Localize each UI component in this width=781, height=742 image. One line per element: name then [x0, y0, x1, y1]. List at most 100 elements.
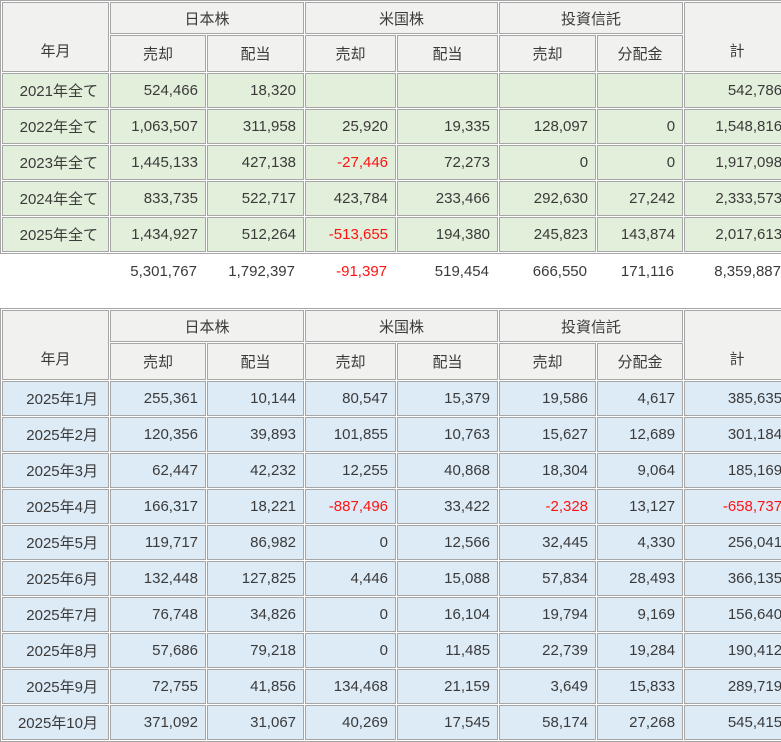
data-cell-trust-sell[interactable]: 32,445 — [499, 525, 596, 560]
data-cell-jp-sell[interactable]: 833,735 — [110, 181, 206, 216]
data-cell-trust-distribution[interactable]: 4,617 — [597, 381, 683, 416]
data-cell-us-sell[interactable]: 40,269 — [305, 705, 396, 740]
data-cell-trust-sell[interactable]: 22,739 — [499, 633, 596, 668]
data-cell-us-sell[interactable]: 0 — [305, 633, 396, 668]
data-cell-total[interactable]: 256,041 — [684, 525, 781, 560]
group-header-us-stocks[interactable]: 米国株 — [305, 310, 498, 342]
data-cell-total[interactable]: 185,169 — [684, 453, 781, 488]
data-cell-us-dividend[interactable]: 33,422 — [397, 489, 498, 524]
data-cell-jp-sell[interactable]: 524,466 — [110, 73, 206, 108]
data-cell-trust-sell[interactable]: 0 — [499, 145, 596, 180]
data-cell-us-sell[interactable]: 134,468 — [305, 669, 396, 704]
data-cell-jp-dividend[interactable]: 31,067 — [207, 705, 304, 740]
data-cell-trust-sell[interactable]: 58,174 — [499, 705, 596, 740]
data-cell-us-sell[interactable]: 25,920 — [305, 109, 396, 144]
data-cell-jp-dividend[interactable]: 79,218 — [207, 633, 304, 668]
row-label-cell[interactable]: 2022年全て — [2, 109, 109, 144]
group-header-us-stocks[interactable]: 米国株 — [305, 2, 498, 34]
total-header-cell[interactable]: 計 — [684, 310, 781, 380]
data-cell-us-sell[interactable]: 4,446 — [305, 561, 396, 596]
data-cell-jp-sell[interactable]: 76,748 — [110, 597, 206, 632]
data-cell-trust-distribution[interactable]: 4,330 — [597, 525, 683, 560]
data-cell-jp-dividend[interactable]: 522,717 — [207, 181, 304, 216]
sub-header-dividend-us[interactable]: 配当 — [397, 343, 498, 380]
data-cell-us-dividend[interactable]: 21,159 — [397, 669, 498, 704]
data-cell-trust-distribution[interactable]: 15,833 — [597, 669, 683, 704]
data-cell-us-sell[interactable]: -513,655 — [305, 217, 396, 252]
data-cell-total[interactable]: -658,737 — [684, 489, 781, 524]
data-cell-total[interactable]: 385,635 — [684, 381, 781, 416]
data-cell-jp-dividend[interactable]: 311,958 — [207, 109, 304, 144]
data-cell-us-dividend[interactable]: 11,485 — [397, 633, 498, 668]
data-cell-us-dividend[interactable]: 233,466 — [397, 181, 498, 216]
data-cell-trust-distribution[interactable]: 19,284 — [597, 633, 683, 668]
row-label-cell[interactable]: 2025年8月 — [2, 633, 109, 668]
row-label-cell[interactable]: 2025年7月 — [2, 597, 109, 632]
data-cell-jp-dividend[interactable]: 41,856 — [207, 669, 304, 704]
data-cell-total[interactable]: 2,333,573 — [684, 181, 781, 216]
row-label-cell[interactable]: 2025年9月 — [2, 669, 109, 704]
data-cell-total[interactable]: 2,017,613 — [684, 217, 781, 252]
grand-total-trust-sell[interactable]: 666,550 — [498, 255, 595, 288]
sub-header-sell-us[interactable]: 売却 — [305, 343, 396, 380]
data-cell-us-dividend[interactable]: 40,868 — [397, 453, 498, 488]
data-cell-trust-sell[interactable]: 292,630 — [499, 181, 596, 216]
grand-total-us-sell[interactable]: -91,397 — [304, 255, 395, 288]
data-cell-total[interactable]: 301,184 — [684, 417, 781, 452]
grand-total-us-dividend[interactable]: 519,454 — [396, 255, 497, 288]
grand-total-jp-dividend[interactable]: 1,792,397 — [206, 255, 303, 288]
sub-header-dividend-us[interactable]: 配当 — [397, 35, 498, 72]
row-label-cell[interactable]: 2025年6月 — [2, 561, 109, 596]
data-cell-total[interactable]: 289,719 — [684, 669, 781, 704]
data-cell-us-sell[interactable]: 423,784 — [305, 181, 396, 216]
data-cell-trust-distribution[interactable]: 28,493 — [597, 561, 683, 596]
data-cell-jp-sell[interactable]: 72,755 — [110, 669, 206, 704]
data-cell-trust-distribution[interactable]: 0 — [597, 109, 683, 144]
row-label-cell[interactable]: 2021年全て — [2, 73, 109, 108]
data-cell-jp-dividend[interactable]: 42,232 — [207, 453, 304, 488]
data-cell-trust-sell[interactable]: 18,304 — [499, 453, 596, 488]
data-cell-us-dividend[interactable]: 194,380 — [397, 217, 498, 252]
data-cell-us-sell[interactable]: -887,496 — [305, 489, 396, 524]
data-cell-jp-sell[interactable]: 1,434,927 — [110, 217, 206, 252]
row-label-cell[interactable]: 2025年3月 — [2, 453, 109, 488]
data-cell-trust-sell[interactable]: 19,794 — [499, 597, 596, 632]
group-header-japan-stocks[interactable]: 日本株 — [110, 310, 304, 342]
sub-header-distribution-trust[interactable]: 分配金 — [597, 343, 683, 380]
total-header-cell[interactable]: 計 — [684, 2, 781, 72]
data-cell-trust-distribution[interactable] — [597, 73, 683, 108]
group-header-investment-trust[interactable]: 投資信託 — [499, 2, 683, 34]
data-cell-jp-dividend[interactable]: 10,144 — [207, 381, 304, 416]
grand-total-overall[interactable]: 8,359,887 — [683, 255, 781, 288]
sub-header-dividend-jp[interactable]: 配当 — [207, 343, 304, 380]
data-cell-us-sell[interactable]: 12,255 — [305, 453, 396, 488]
year-month-header-cell[interactable]: 年月 — [2, 310, 109, 380]
data-cell-jp-dividend[interactable]: 427,138 — [207, 145, 304, 180]
grand-total-trust-distribution[interactable]: 171,116 — [596, 255, 682, 288]
data-cell-trust-sell[interactable] — [499, 73, 596, 108]
data-cell-us-dividend[interactable]: 17,545 — [397, 705, 498, 740]
data-cell-total[interactable]: 1,917,098 — [684, 145, 781, 180]
data-cell-trust-distribution[interactable]: 9,169 — [597, 597, 683, 632]
sub-header-sell-jp[interactable]: 売却 — [110, 35, 206, 72]
data-cell-trust-distribution[interactable]: 0 — [597, 145, 683, 180]
sub-header-sell-us[interactable]: 売却 — [305, 35, 396, 72]
grand-total-jp-sell[interactable]: 5,301,767 — [109, 255, 205, 288]
data-cell-jp-dividend[interactable]: 512,264 — [207, 217, 304, 252]
data-cell-jp-dividend[interactable]: 86,982 — [207, 525, 304, 560]
data-cell-us-dividend[interactable] — [397, 73, 498, 108]
data-cell-jp-dividend[interactable]: 18,320 — [207, 73, 304, 108]
data-cell-trust-sell[interactable]: 128,097 — [499, 109, 596, 144]
sub-header-sell-trust[interactable]: 売却 — [499, 343, 596, 380]
row-label-cell[interactable]: 2025年2月 — [2, 417, 109, 452]
data-cell-jp-sell[interactable]: 120,356 — [110, 417, 206, 452]
data-cell-us-dividend[interactable]: 10,763 — [397, 417, 498, 452]
row-label-cell[interactable]: 2024年全て — [2, 181, 109, 216]
sub-header-sell-trust[interactable]: 売却 — [499, 35, 596, 72]
data-cell-total[interactable]: 156,640 — [684, 597, 781, 632]
data-cell-jp-dividend[interactable]: 34,826 — [207, 597, 304, 632]
data-cell-trust-sell[interactable]: 3,649 — [499, 669, 596, 704]
sub-header-sell-jp[interactable]: 売却 — [110, 343, 206, 380]
data-cell-trust-sell[interactable]: 57,834 — [499, 561, 596, 596]
data-cell-trust-distribution[interactable]: 27,268 — [597, 705, 683, 740]
